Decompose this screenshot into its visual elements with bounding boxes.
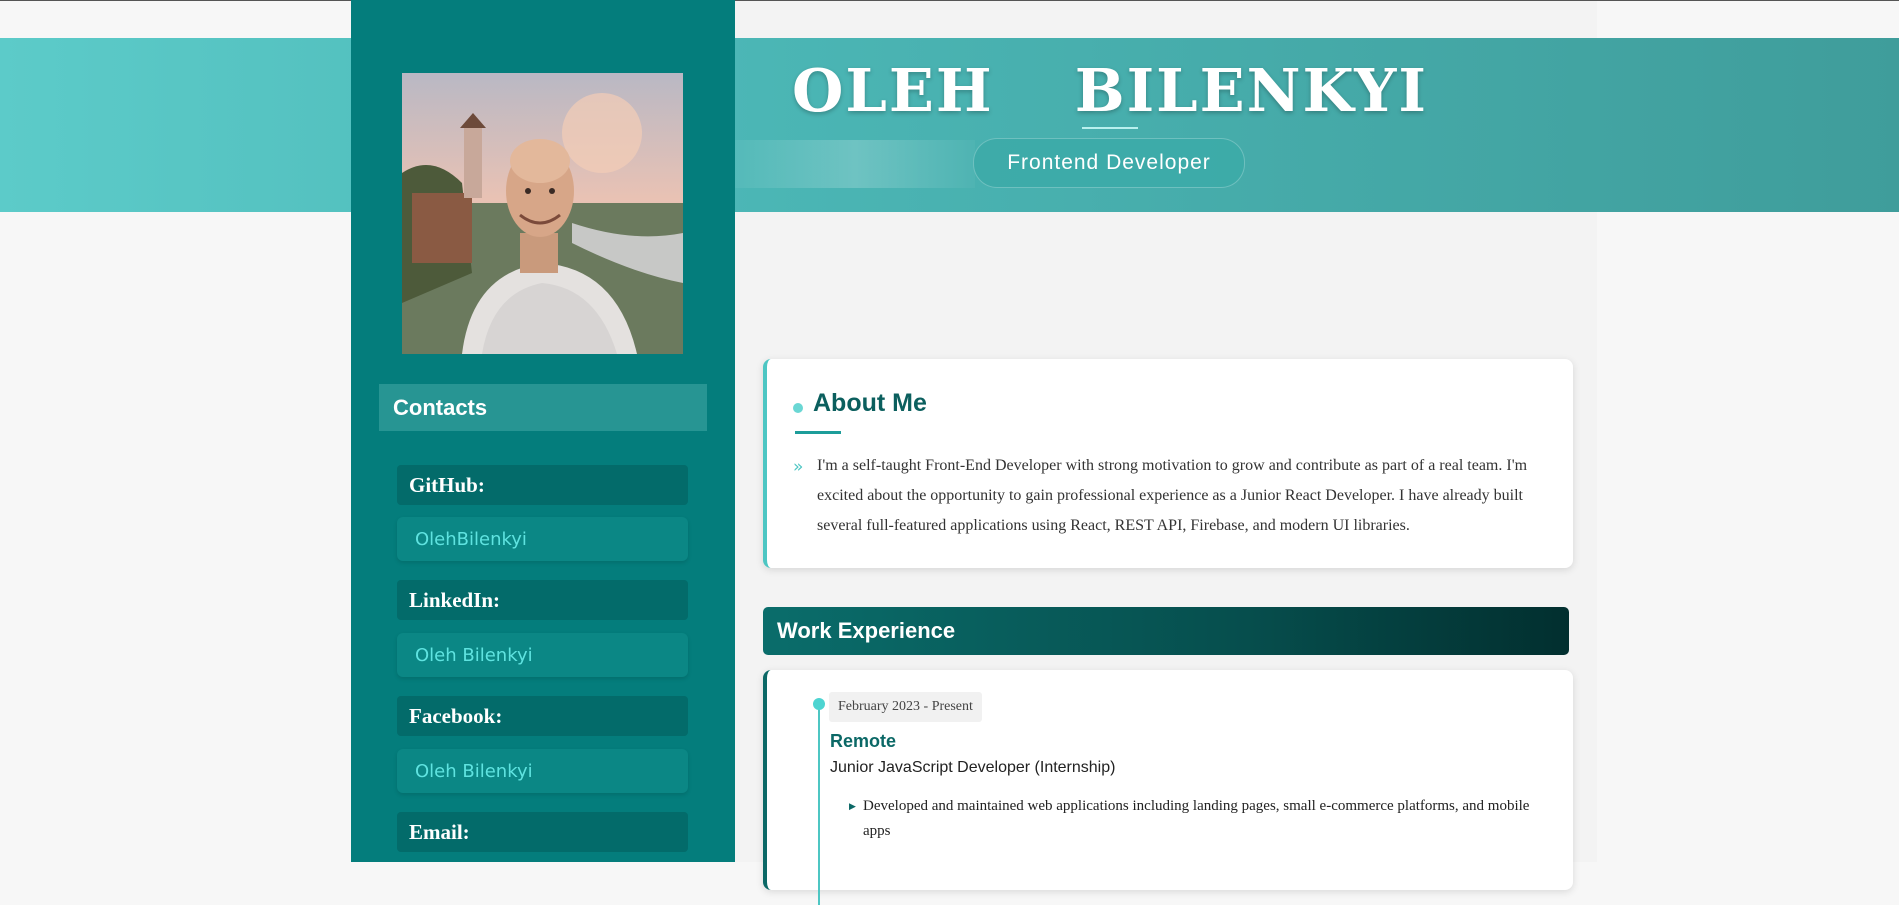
- contacts-header: Contacts: [379, 384, 707, 431]
- job-bullet-list: ▶ Developed and maintained web applicati…: [849, 794, 1549, 850]
- linkedin-link[interactable]: Oleh Bilenkyi: [397, 633, 688, 677]
- facebook-label: Facebook:: [397, 696, 688, 736]
- job-position: Junior JavaScript Developer (Internship): [830, 759, 1116, 776]
- about-underline: [795, 431, 841, 434]
- email-label: Email:: [397, 812, 688, 852]
- triangle-bullet-icon: ▶: [849, 801, 856, 811]
- github-link[interactable]: OlehBilenkyi: [397, 517, 688, 561]
- timeline-dot-icon: [813, 698, 825, 710]
- page-title: OLEH BILENKYI: [792, 56, 1428, 125]
- about-text: I'm a self-taught Front-End Developer wi…: [817, 457, 1528, 534]
- profile-photo: [402, 73, 683, 354]
- facebook-link[interactable]: Oleh Bilenkyi: [397, 749, 688, 793]
- about-section: About Me » I'm a self-taught Front-End D…: [763, 359, 1573, 568]
- bullet-dot-icon: [793, 403, 803, 413]
- banner-highlight: [735, 140, 975, 188]
- job-date: February 2023 - Present: [829, 692, 982, 722]
- role-badge: Frontend Developer: [973, 138, 1245, 188]
- job-location: Remote: [830, 731, 897, 751]
- work-experience-header: Work Experience: [763, 607, 1569, 655]
- title-underline: [1082, 127, 1138, 129]
- about-title: About Me: [813, 389, 927, 417]
- double-chevron-icon: »: [793, 457, 804, 477]
- timeline-line: [818, 705, 820, 905]
- sidebar: Contacts GitHub: OlehBilenkyi LinkedIn: …: [351, 0, 735, 862]
- work-experience-section: February 2023 - Present Remote Junior Ja…: [763, 670, 1573, 905]
- linkedin-label: LinkedIn:: [397, 580, 688, 620]
- list-item: ▶ Developed and maintained web applicati…: [849, 794, 1549, 844]
- github-label: GitHub:: [397, 465, 688, 505]
- bullet-text: Developed and maintained web application…: [863, 798, 1530, 839]
